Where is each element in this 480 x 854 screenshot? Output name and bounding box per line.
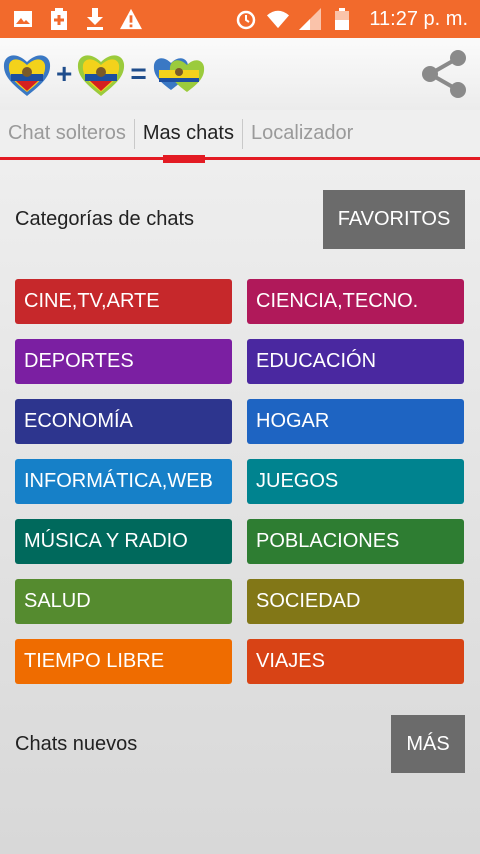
category-button[interactable]: TIEMPO LIBRE	[15, 639, 232, 684]
battery-plus-icon	[48, 8, 70, 30]
app-logo: + =	[2, 50, 207, 98]
logo-equals: =	[130, 58, 147, 89]
category-button[interactable]: MÚSICA Y RADIO	[15, 519, 232, 564]
alarm-icon	[235, 8, 257, 30]
category-button[interactable]: HOGAR	[247, 399, 464, 444]
category-button[interactable]: ECONOMÍA	[15, 399, 232, 444]
category-button[interactable]: DEPORTES	[15, 339, 232, 384]
categories-title: Categorías de chats	[15, 208, 194, 230]
tab-bar: Chat solteros Mas chats Localizador	[0, 110, 480, 163]
category-button[interactable]: CIENCIA,TECNO.	[247, 279, 464, 324]
download-icon	[84, 8, 106, 30]
category-button[interactable]: VIAJES	[247, 639, 464, 684]
category-button[interactable]: POBLACIONES	[247, 519, 464, 564]
logo-plus: +	[56, 58, 73, 89]
wifi-icon	[267, 8, 290, 30]
more-button[interactable]: MÁS	[391, 715, 465, 773]
category-button[interactable]: SOCIEDAD	[247, 579, 464, 624]
tab-localizador[interactable]: Localizador	[243, 117, 361, 151]
battery-icon	[331, 8, 353, 30]
category-button[interactable]: INFORMÁTICA,WEB	[15, 459, 232, 504]
image-icon	[12, 8, 34, 30]
favorites-button[interactable]: FAVORITOS	[323, 190, 465, 249]
category-button[interactable]: JUEGOS	[247, 459, 464, 504]
signal-icon	[299, 8, 322, 30]
new-chats-header: Chats nuevos MÁS	[15, 715, 465, 773]
tab-chat-solteros[interactable]: Chat solteros	[0, 117, 134, 151]
double-heart-icon	[153, 58, 204, 92]
category-button[interactable]: SALUD	[15, 579, 232, 624]
flag-heart-icon	[78, 55, 125, 96]
share-icon[interactable]	[418, 48, 470, 100]
new-chats-title: Chats nuevos	[15, 732, 138, 755]
category-button[interactable]: CINE,TV,ARTE	[15, 279, 232, 324]
status-time: 11:27 p. m.	[369, 7, 468, 30]
categories-header: Categorías de chats FAVORITOS	[15, 190, 465, 249]
flag-heart-icon	[3, 55, 51, 96]
status-bar: 11:27 p. m.	[0, 0, 480, 38]
category-button[interactable]: EDUCACIÓN	[247, 339, 464, 384]
tab-mas-chats[interactable]: Mas chats	[135, 117, 242, 163]
app-bar: + =	[0, 38, 480, 110]
warning-icon	[120, 8, 142, 30]
